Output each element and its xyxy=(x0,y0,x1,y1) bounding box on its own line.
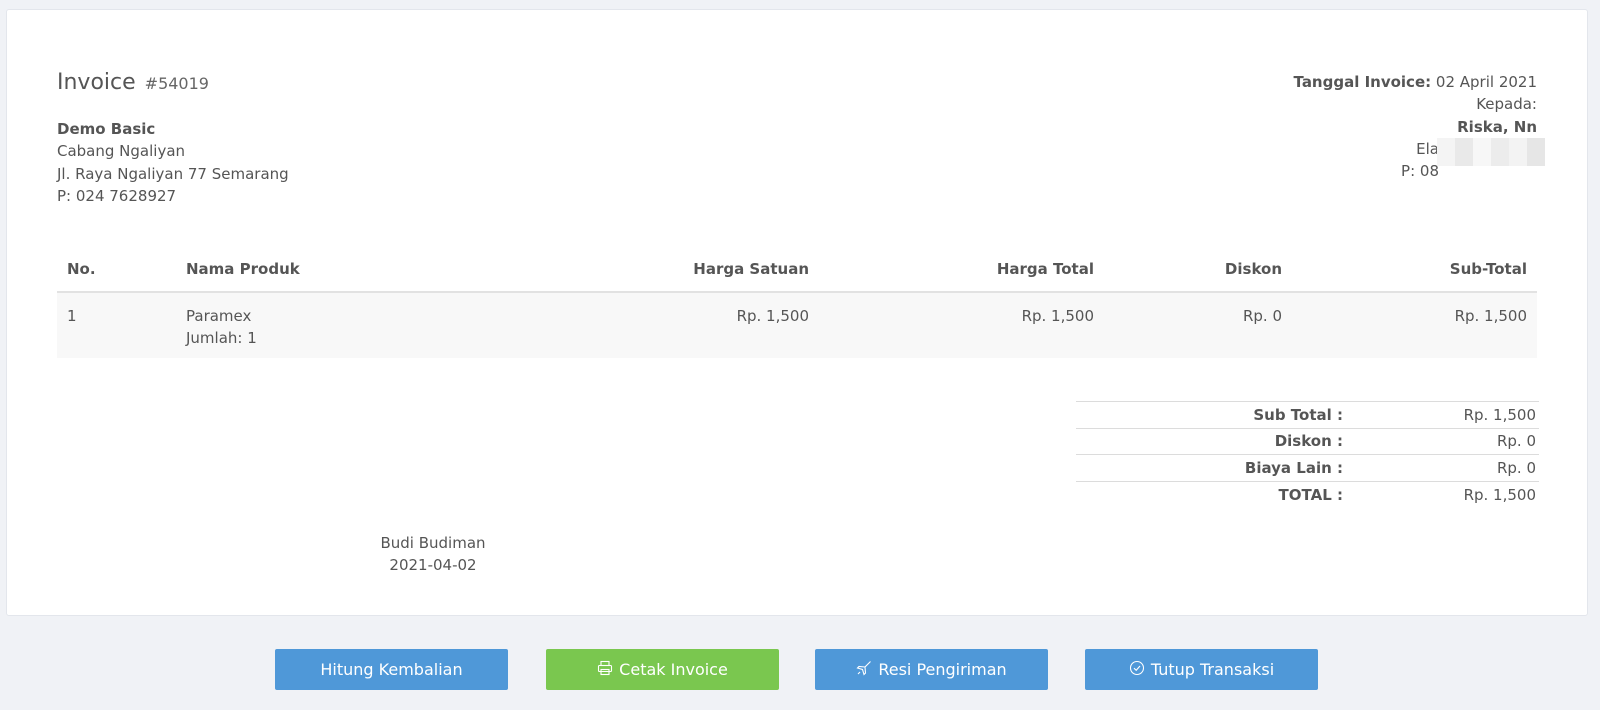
company-address: Jl. Raya Ngaliyan 77 Semarang xyxy=(57,164,289,183)
invoice-number: #54019 xyxy=(144,74,209,93)
button-label: Tutup Transaksi xyxy=(1150,660,1275,679)
summary-value: Rp. 0 xyxy=(1346,427,1539,455)
product-name: Paramex xyxy=(186,307,252,325)
header-subtotal: Sub-Total xyxy=(1292,247,1537,293)
summary-total-row: TOTAL : Rp. 1,500 xyxy=(1076,480,1539,508)
signature-name: Budi Budiman xyxy=(380,534,486,552)
header-no: No. xyxy=(57,247,176,293)
summary-label: Biaya Lain : xyxy=(1076,454,1346,481)
row-subtotal: Rp. 1,500 xyxy=(1292,292,1537,358)
header-product: Nama Produk xyxy=(176,247,436,293)
header-discount: Diskon xyxy=(1104,247,1292,293)
cetak-invoice-button[interactable]: Cetak Invoice xyxy=(546,649,779,690)
company-phone: P: 024 7628927 xyxy=(57,186,177,205)
printer-icon xyxy=(597,660,613,680)
invoice-date-label: Tanggal Invoice: xyxy=(1293,73,1432,91)
signature-block: Budi Budiman 2021-04-02 xyxy=(333,532,533,577)
resi-pengiriman-button[interactable]: Resi Pengiriman xyxy=(815,649,1048,690)
summary-value: Rp. 1,500 xyxy=(1346,480,1539,508)
summary-label: TOTAL : xyxy=(1076,480,1346,508)
summary-subtotal-row: Sub Total : Rp. 1,500 xyxy=(1076,401,1539,428)
summary-label: Sub Total : xyxy=(1076,401,1346,428)
header-total-price: Harga Total xyxy=(819,247,1104,293)
row-unit-price: Rp. 1,500 xyxy=(436,292,819,358)
invoice-card: Invoice #54019 Demo Basic Cabang Ngaliya… xyxy=(6,9,1588,616)
row-product: Paramex Jumlah: 1 xyxy=(176,292,436,358)
check-circle-icon xyxy=(1129,660,1145,680)
summary-discount-row: Diskon : Rp. 0 xyxy=(1076,427,1539,455)
invoice-items-table: No. Nama Produk Harga Satuan Harga Total… xyxy=(57,247,1537,358)
recipient-name: Riska, Nn xyxy=(1457,117,1537,136)
recipient-info: Tanggal Invoice: 02 April 2021 Kepada: R… xyxy=(1294,71,1545,182)
summary-label: Diskon : xyxy=(1076,427,1346,455)
summary-other-cost-row: Biaya Lain : Rp. 0 xyxy=(1076,454,1539,481)
summary-table: Sub Total : Rp. 1,500 Diskon : Rp. 0 Bia… xyxy=(1076,401,1539,508)
company-name: Demo Basic xyxy=(57,120,156,138)
button-label: Hitung Kembalian xyxy=(320,660,463,679)
row-discount: Rp. 0 xyxy=(1104,292,1292,358)
company-info: Demo Basic Cabang Ngaliyan Jl. Raya Ngal… xyxy=(57,118,289,207)
invoice-title-text: Invoice xyxy=(57,70,136,95)
airplane-icon xyxy=(856,660,872,680)
summary-value: Rp. 0 xyxy=(1346,454,1539,481)
summary-value: Rp. 1,500 xyxy=(1346,401,1539,428)
recipient-phone: P: 08 xyxy=(1401,162,1439,181)
invoice-date: Tanggal Invoice: 02 April 2021 xyxy=(1294,71,1537,93)
row-total-price: Rp. 1,500 xyxy=(819,292,1104,358)
signature-date: 2021-04-02 xyxy=(389,556,477,575)
tutup-transaksi-button[interactable]: Tutup Transaksi xyxy=(1085,649,1318,690)
table-row: 1 Paramex Jumlah: 1 Rp. 1,500 Rp. 1,500 … xyxy=(57,292,1537,358)
recipient-line1-text: Ela xyxy=(1416,139,1439,158)
invoice-title: Invoice #54019 xyxy=(57,68,209,99)
recipient-to-label: Kepada: xyxy=(1476,95,1537,114)
hitung-kembalian-button[interactable]: Hitung Kembalian xyxy=(275,649,508,690)
recipient-line2: P: 08 xyxy=(1294,138,1545,182)
row-no: 1 xyxy=(57,292,176,358)
header-unit-price: Harga Satuan xyxy=(436,247,819,293)
button-label: Resi Pengiriman xyxy=(878,660,1007,679)
product-qty: Jumlah: 1 xyxy=(186,329,257,347)
table-header-row: No. Nama Produk Harga Satuan Harga Total… xyxy=(57,247,1537,293)
invoice-header: Invoice #54019 xyxy=(57,68,209,99)
invoice-date-value: 02 April 2021 xyxy=(1435,73,1537,91)
company-branch: Cabang Ngaliyan xyxy=(57,142,186,161)
button-label: Cetak Invoice xyxy=(619,660,728,679)
redacted-blur xyxy=(1437,138,1545,167)
